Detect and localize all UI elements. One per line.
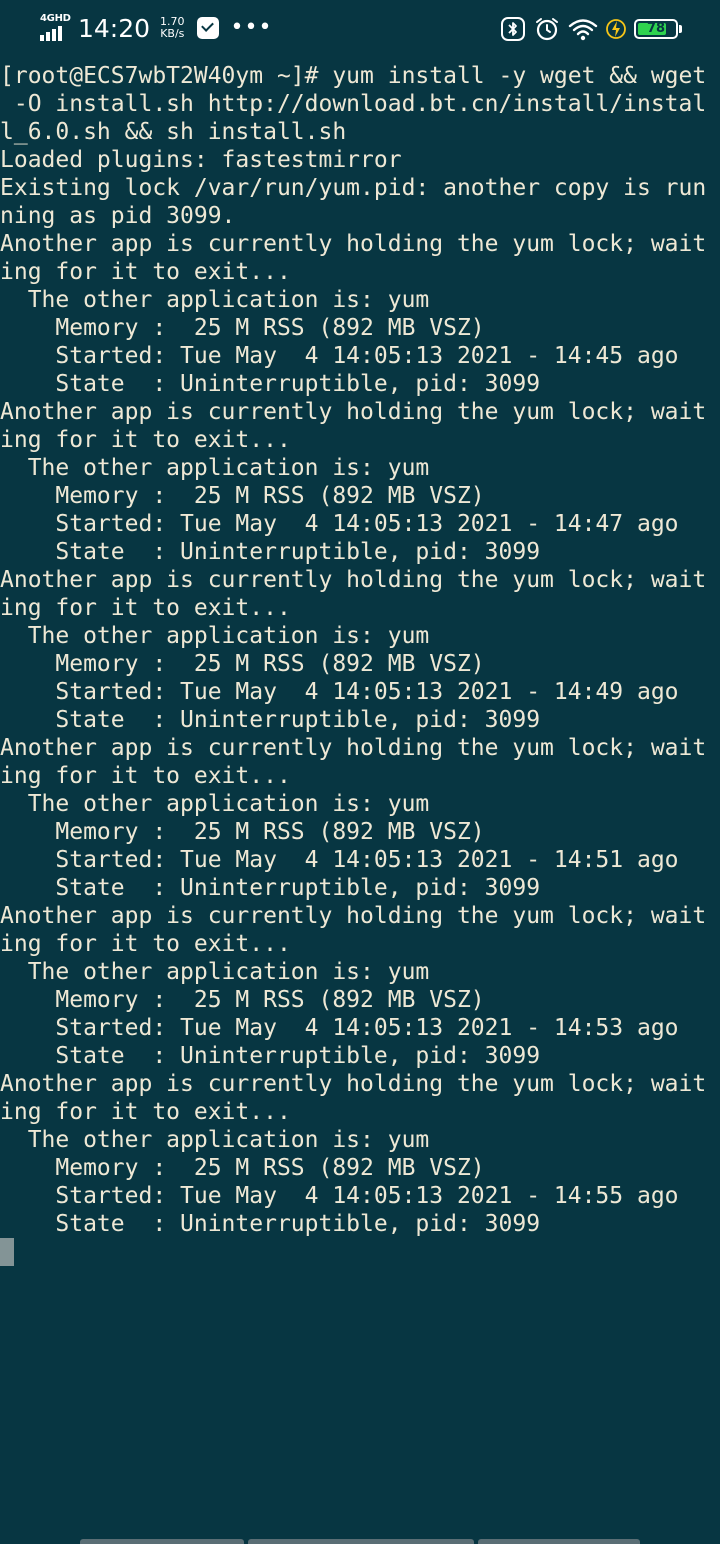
network-speed-unit: KB/s — [160, 27, 185, 40]
terminal-line: Memory : 25 M RSS (892 MB VSZ) — [0, 483, 485, 509]
terminal-line: Memory : 25 M RSS (892 MB VSZ) — [0, 651, 485, 677]
bottom-toolbar-handles — [0, 1538, 720, 1544]
network-speed: 1.70 KB/s — [160, 16, 185, 40]
message-icon — [196, 17, 219, 39]
terminal-line: Memory : 25 M RSS (892 MB VSZ) — [0, 987, 485, 1013]
signal-icon: 4GHD — [38, 13, 72, 43]
battery-percent: 78 — [646, 21, 666, 36]
network-type-label: 4GHD — [40, 13, 71, 24]
terminal-line: Started: Tue May 4 14:05:13 2021 - 14:49… — [0, 679, 679, 705]
terminal-cursor — [0, 1238, 14, 1266]
terminal-line: State : Uninterruptible, pid: 3099 — [0, 371, 541, 397]
terminal-line: State : Uninterruptible, pid: 3099 — [0, 1211, 541, 1237]
terminal-line: Started: Tue May 4 14:05:13 2021 - 14:53… — [0, 1015, 679, 1041]
terminal-line: Started: Tue May 4 14:05:13 2021 - 14:55… — [0, 1183, 679, 1209]
terminal-line: -O install.sh http://download.bt.cn/inst… — [0, 91, 707, 117]
status-clock: 14:20 — [78, 13, 151, 43]
terminal-line: Memory : 25 M RSS (892 MB VSZ) — [0, 819, 485, 845]
status-bar-right: 78 — [500, 14, 682, 44]
terminal-line: Existing lock /var/run/yum.pid: another … — [0, 175, 707, 201]
bluetooth-icon — [500, 16, 526, 42]
more-notifications-icon: ••• — [230, 15, 273, 40]
terminal-line: Another app is currently holding the yum… — [0, 399, 707, 425]
signal-bars — [40, 26, 62, 41]
terminal-line: Loaded plugins: fastestmirror — [0, 147, 402, 173]
terminal-output[interactable]: [root@ECS7wbT2W40ym ~]# yum install -y w… — [0, 62, 720, 1266]
terminal-line: State : Uninterruptible, pid: 3099 — [0, 1043, 541, 1069]
terminal-line: ing for it to exit... — [0, 427, 291, 453]
terminal-line: ing for it to exit... — [0, 763, 291, 789]
terminal-line: The other application is: yum — [0, 287, 430, 313]
terminal-line: State : Uninterruptible, pid: 3099 — [0, 707, 541, 733]
terminal-line: [root@ECS7wbT2W40ym ~]# yum install -y w… — [0, 63, 707, 89]
terminal-line: Memory : 25 M RSS (892 MB VSZ) — [0, 1155, 485, 1181]
terminal-line: ing for it to exit... — [0, 1099, 291, 1125]
terminal-line: The other application is: yum — [0, 623, 430, 649]
status-bar-left: 4GHD 14:20 1.70 KB/s ••• — [38, 10, 272, 46]
battery-cap — [679, 25, 682, 33]
charging-icon — [606, 17, 626, 41]
terminal-line: Another app is currently holding the yum… — [0, 567, 707, 593]
terminal-line: Started: Tue May 4 14:05:13 2021 - 14:45… — [0, 343, 679, 369]
terminal-line: ing for it to exit... — [0, 931, 291, 957]
terminal-line: ning as pid 3099. — [0, 203, 236, 229]
toolbar-handle-right[interactable] — [478, 1539, 640, 1544]
terminal-line: The other application is: yum — [0, 959, 430, 985]
toolbar-handle-left[interactable] — [80, 1539, 244, 1544]
terminal-line: Memory : 25 M RSS (892 MB VSZ) — [0, 315, 485, 341]
wifi-icon — [568, 16, 598, 42]
terminal-line: ing for it to exit... — [0, 595, 291, 621]
terminal-line: ing for it to exit... — [0, 259, 291, 285]
terminal-line: State : Uninterruptible, pid: 3099 — [0, 539, 541, 565]
battery-icon: 78 — [634, 19, 678, 39]
status-bar: 4GHD 14:20 1.70 KB/s ••• 78 — [0, 0, 720, 60]
terminal-line: The other application is: yum — [0, 1127, 430, 1153]
terminal-line: Another app is currently holding the yum… — [0, 231, 707, 257]
terminal-line: State : Uninterruptible, pid: 3099 — [0, 875, 541, 901]
terminal-line: The other application is: yum — [0, 791, 430, 817]
terminal-line: Another app is currently holding the yum… — [0, 1071, 707, 1097]
terminal-line: l_6.0.sh && sh install.sh — [0, 119, 347, 145]
toolbar-handle-center[interactable] — [248, 1539, 474, 1544]
terminal-line: Started: Tue May 4 14:05:13 2021 - 14:51… — [0, 847, 679, 873]
terminal-line: Another app is currently holding the yum… — [0, 903, 707, 929]
alarm-icon — [534, 16, 560, 42]
terminal-line: Started: Tue May 4 14:05:13 2021 - 14:47… — [0, 511, 679, 537]
terminal-line: The other application is: yum — [0, 455, 430, 481]
terminal-line: Another app is currently holding the yum… — [0, 735, 707, 761]
